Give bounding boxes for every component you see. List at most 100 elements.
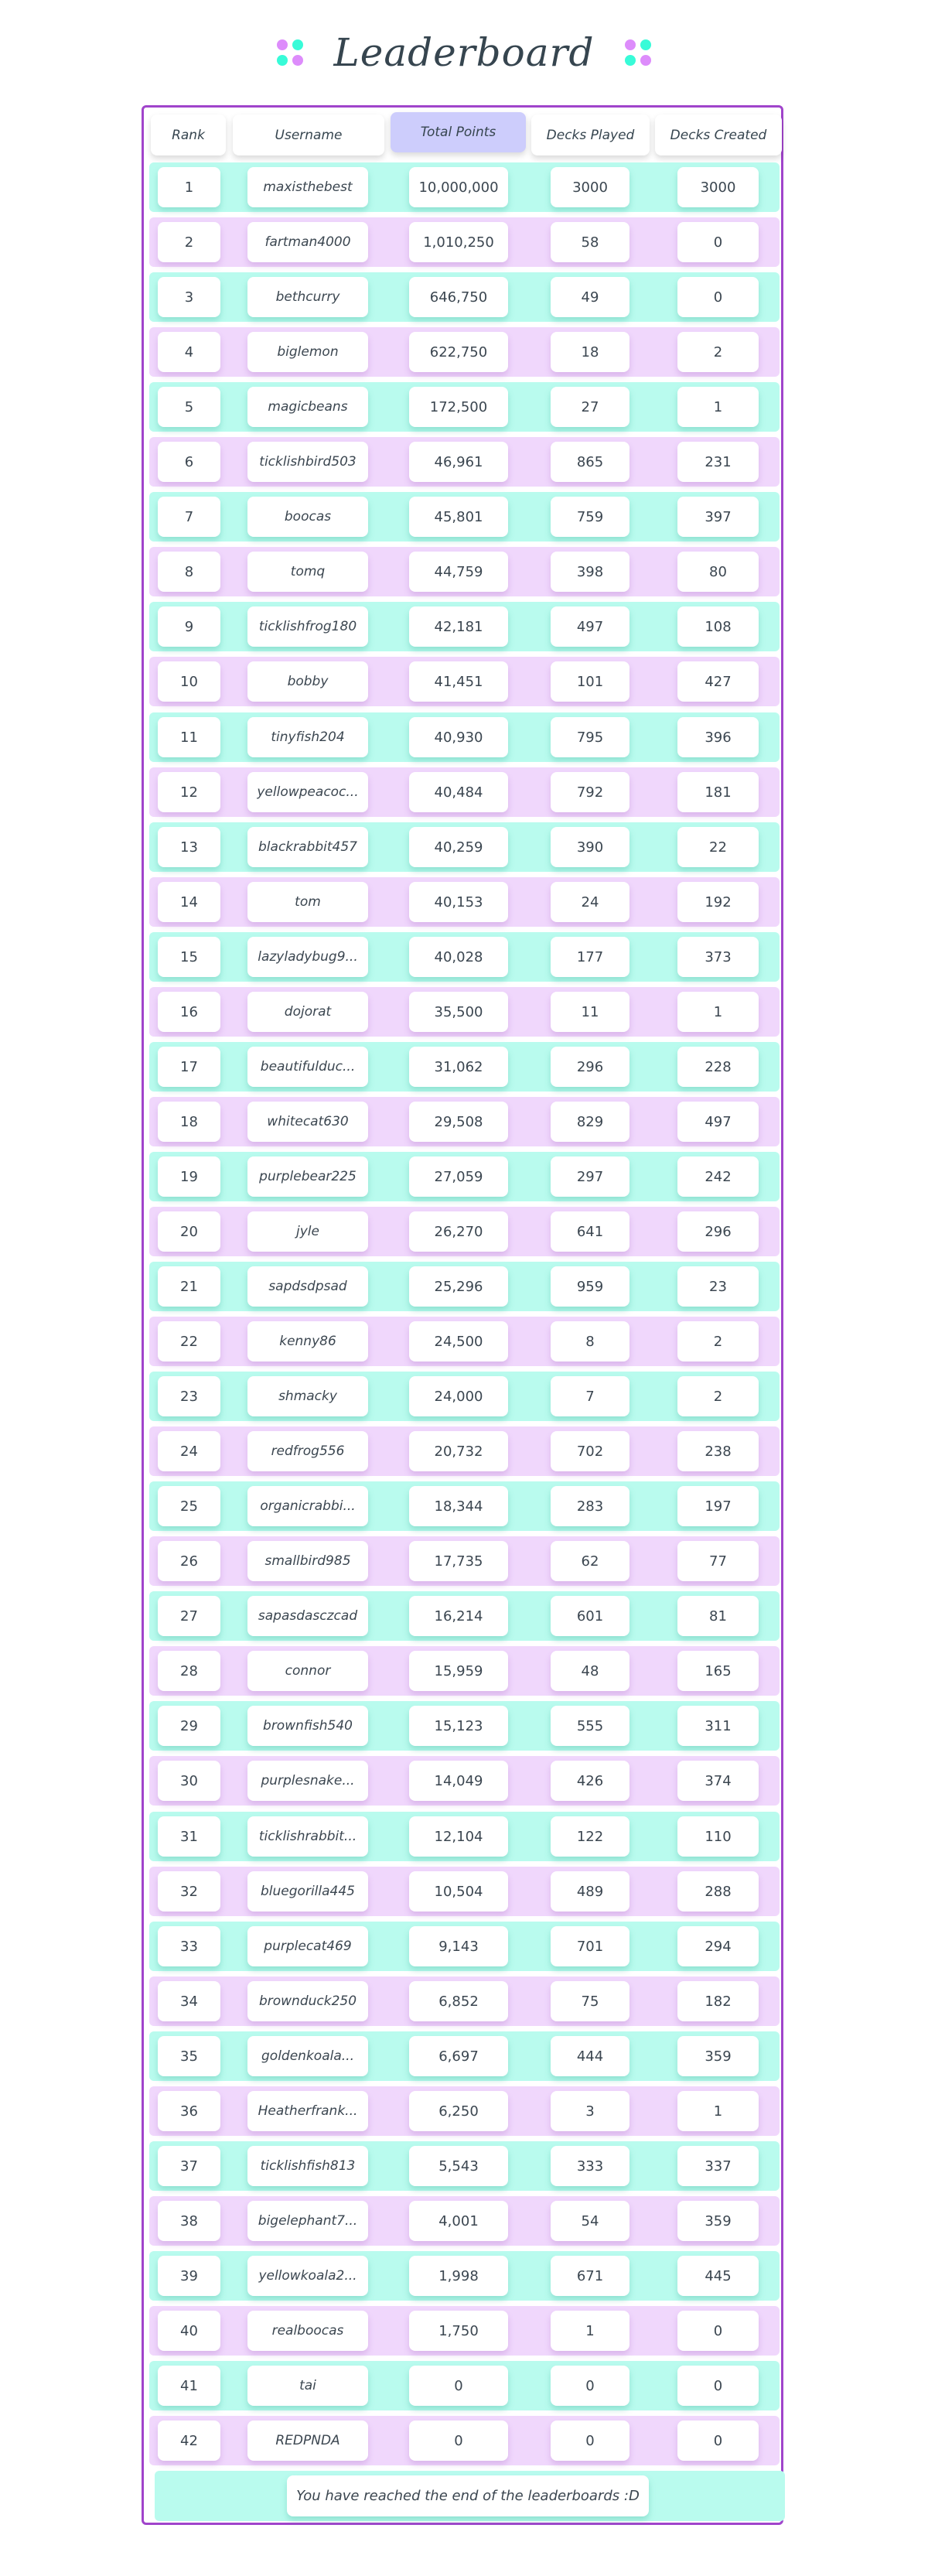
- rank-cell: 16: [158, 992, 220, 1032]
- column-header-decks-created[interactable]: Decks Created: [655, 114, 782, 155]
- username-cell: yellowkoala2...: [247, 2256, 368, 2296]
- table-row[interactable]: 30 purplesnake... 14,049 426 374: [149, 1756, 780, 1806]
- decks-created-cell: 0: [677, 2421, 759, 2461]
- table-row[interactable]: 13 blackrabbit457 40,259 390 22: [149, 822, 780, 872]
- username-cell: organicrabbi...: [247, 1486, 368, 1526]
- table-row[interactable]: 21 sapdsdpsad 25,296 959 23: [149, 1262, 780, 1311]
- table-row[interactable]: 11 tinyfish204 40,930 795 396: [149, 712, 780, 762]
- rank-cell: 38: [158, 2201, 220, 2241]
- table-row[interactable]: 2 fartman4000 1,010,250 58 0: [149, 217, 780, 267]
- table-row[interactable]: 15 lazyladybug9... 40,028 177 373: [149, 932, 780, 982]
- decks-played-cell: 48: [551, 1651, 629, 1691]
- table-row[interactable]: 22 kenny86 24,500 8 2: [149, 1317, 780, 1366]
- total-points-cell: 6,697: [409, 2036, 508, 2076]
- decks-created-cell: 359: [677, 2036, 759, 2076]
- username-cell: purplecat469: [247, 1926, 368, 1966]
- table-row[interactable]: 14 tom 40,153 24 192: [149, 877, 780, 927]
- table-row[interactable]: 29 brownfish540 15,123 555 311: [149, 1701, 780, 1751]
- decks-played-cell: 27: [551, 387, 629, 427]
- table-row[interactable]: 33 purplecat469 9,143 701 294: [149, 1922, 780, 1971]
- total-points-cell: 29,508: [409, 1102, 508, 1142]
- decks-played-cell: 444: [551, 2036, 629, 2076]
- decks-created-cell: 181: [677, 772, 759, 812]
- rank-cell: 10: [158, 661, 220, 702]
- rank-cell: 41: [158, 2366, 220, 2406]
- table-row[interactable]: 5 magicbeans 172,500 27 1: [149, 382, 780, 432]
- table-row[interactable]: 41 tai 0 0 0: [149, 2361, 780, 2410]
- rank-cell: 25: [158, 1486, 220, 1526]
- dots-decoration-icon: [276, 39, 303, 66]
- table-row[interactable]: 3 bethcurry 646,750 49 0: [149, 272, 780, 322]
- table-row[interactable]: 23 shmacky 24,000 7 2: [149, 1372, 780, 1421]
- table-row[interactable]: 17 beautifulduc... 31,062 296 228: [149, 1042, 780, 1092]
- table-row[interactable]: 35 goldenkoala... 6,697 444 359: [149, 2031, 780, 2081]
- decks-created-cell: 108: [677, 606, 759, 647]
- decks-created-cell: 359: [677, 2201, 759, 2241]
- table-row[interactable]: 24 redfrog556 20,732 702 238: [149, 1426, 780, 1476]
- table-row[interactable]: 42 REDPNDA 0 0 0: [149, 2416, 780, 2465]
- table-row[interactable]: 18 whitecat630 29,508 829 497: [149, 1097, 780, 1146]
- table-row[interactable]: 36 Heatherfrank... 6,250 3 1: [149, 2086, 780, 2136]
- rank-cell: 34: [158, 1981, 220, 2021]
- decks-played-cell: 641: [551, 1211, 629, 1252]
- table-row[interactable]: 40 realboocas 1,750 1 0: [149, 2306, 780, 2356]
- column-header-username[interactable]: Username: [233, 114, 384, 155]
- table-row[interactable]: 28 connor 15,959 48 165: [149, 1646, 780, 1696]
- username-cell: REDPNDA: [247, 2421, 368, 2461]
- table-header: Rank Username Total Points Decks Played …: [148, 112, 782, 155]
- rank-cell: 37: [158, 2146, 220, 2186]
- table-row[interactable]: 34 brownduck250 6,852 75 182: [149, 1976, 780, 2026]
- table-row[interactable]: 8 tomq 44,759 398 80: [149, 547, 780, 596]
- username-cell: dojorat: [247, 992, 368, 1032]
- rank-cell: 33: [158, 1926, 220, 1966]
- decks-played-cell: 49: [551, 277, 629, 317]
- table-row[interactable]: 37 ticklishfish813 5,543 333 337: [149, 2141, 780, 2191]
- rank-cell: 28: [158, 1651, 220, 1691]
- decks-played-cell: 333: [551, 2146, 629, 2186]
- table-row[interactable]: 25 organicrabbi... 18,344 283 197: [149, 1481, 780, 1531]
- column-header-rank[interactable]: Rank: [151, 114, 226, 155]
- table-row[interactable]: 27 sapasdasczcad 16,214 601 81: [149, 1591, 780, 1641]
- table-row[interactable]: 31 ticklishrabbit... 12,104 122 110: [149, 1812, 780, 1861]
- decks-created-cell: 374: [677, 1761, 759, 1801]
- total-points-cell: 26,270: [409, 1211, 508, 1252]
- table-row[interactable]: 16 dojorat 35,500 11 1: [149, 987, 780, 1037]
- decks-played-cell: 959: [551, 1266, 629, 1307]
- table-row[interactable]: 26 smallbird985 17,735 62 77: [149, 1536, 780, 1586]
- table-row[interactable]: 38 bigelephant7... 4,001 54 359: [149, 2196, 780, 2246]
- total-points-cell: 31,062: [409, 1047, 508, 1087]
- table-row[interactable]: 10 bobby 41,451 101 427: [149, 657, 780, 706]
- decks-created-cell: 1: [677, 992, 759, 1032]
- decks-created-cell: 22: [677, 827, 759, 867]
- table-row[interactable]: 7 boocas 45,801 759 397: [149, 492, 780, 542]
- table-row[interactable]: 32 bluegorilla445 10,504 489 288: [149, 1867, 780, 1916]
- decks-played-cell: 18: [551, 332, 629, 372]
- table-row[interactable]: 4 biglemon 622,750 18 2: [149, 327, 780, 377]
- decks-played-cell: 1: [551, 2311, 629, 2351]
- table-row[interactable]: 20 jyle 26,270 641 296: [149, 1207, 780, 1256]
- table-row[interactable]: 19 purplebear225 27,059 297 242: [149, 1152, 780, 1201]
- username-cell: bigelephant7...: [247, 2201, 368, 2241]
- decks-played-cell: 497: [551, 606, 629, 647]
- decks-created-cell: 2: [677, 1321, 759, 1361]
- rank-cell: 35: [158, 2036, 220, 2076]
- total-points-cell: 40,484: [409, 772, 508, 812]
- total-points-cell: 4,001: [409, 2201, 508, 2241]
- total-points-cell: 15,959: [409, 1651, 508, 1691]
- table-row[interactable]: 1 maxisthebest 10,000,000 3000 3000: [149, 162, 780, 212]
- username-cell: sapdsdpsad: [247, 1266, 368, 1307]
- decks-played-cell: 122: [551, 1816, 629, 1857]
- table-row[interactable]: 39 yellowkoala2... 1,998 671 445: [149, 2251, 780, 2301]
- username-cell: maxisthebest: [247, 167, 368, 207]
- total-points-cell: 25,296: [409, 1266, 508, 1307]
- table-row[interactable]: 12 yellowpeacoc... 40,484 792 181: [149, 767, 780, 817]
- table-row[interactable]: 6 ticklishbird503 46,961 865 231: [149, 437, 780, 487]
- column-header-total-points[interactable]: Total Points: [391, 112, 526, 152]
- table-row[interactable]: 9 ticklishfrog180 42,181 497 108: [149, 602, 780, 651]
- column-header-decks-played[interactable]: Decks Played: [531, 114, 650, 155]
- decks-created-cell: 0: [677, 222, 759, 262]
- username-cell: fartman4000: [247, 222, 368, 262]
- total-points-cell: 15,123: [409, 1706, 508, 1746]
- decks-played-cell: 792: [551, 772, 629, 812]
- page-header: Leaderboard: [0, 31, 928, 74]
